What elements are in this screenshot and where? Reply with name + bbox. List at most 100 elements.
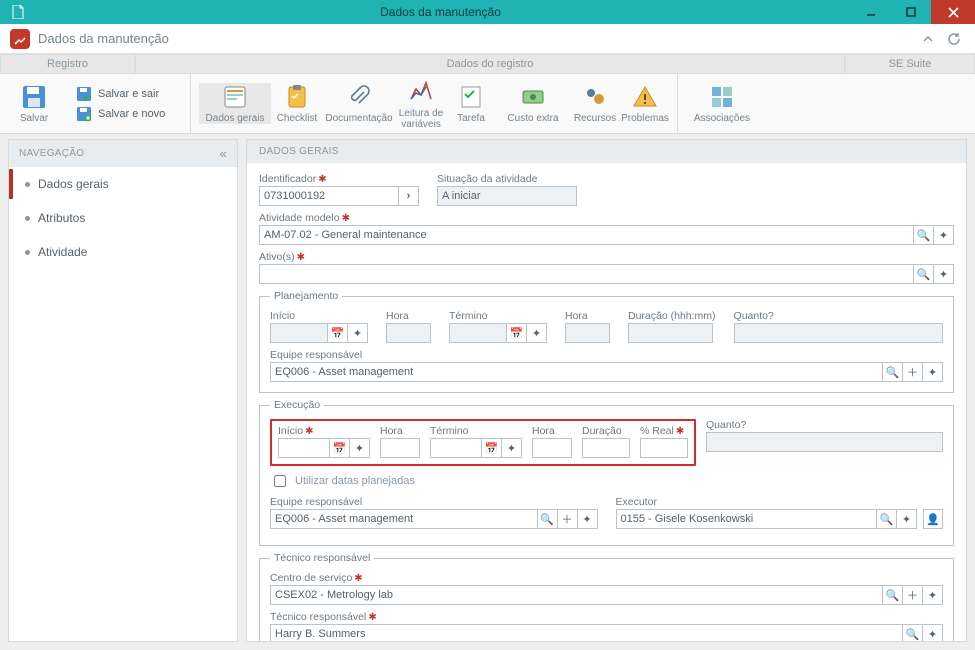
situacao-label: Situação da atividade <box>437 173 577 185</box>
usar-datas-checkbox[interactable]: Utilizar datas planejadas <box>270 472 943 490</box>
execucao-highlight: Início✱ 📅✦ Hora Término 📅✦ Hora Duração … <box>270 419 696 466</box>
executor-input[interactable] <box>616 509 878 529</box>
ribbon-tab-sesuite[interactable]: SE Suite <box>845 54 975 74</box>
document-icon <box>6 0 30 24</box>
maximize-button[interactable] <box>891 0 931 24</box>
form-icon <box>221 83 249 111</box>
atividade-label: Atividade modelo✱ <box>259 212 954 224</box>
clear-icon[interactable]: ✦ <box>502 438 522 458</box>
money-icon <box>519 83 547 111</box>
clear-icon[interactable]: ✦ <box>897 509 917 529</box>
ribbon-leitura[interactable]: Leitura de variáveis <box>397 78 445 130</box>
ribbon-checklist[interactable]: Checklist <box>273 83 321 124</box>
search-icon[interactable]: 🔍 <box>903 624 923 642</box>
ribbon-custo[interactable]: Custo extra <box>497 83 569 124</box>
clear-icon[interactable]: ✦ <box>923 362 943 382</box>
plus-icon[interactable]: ＋ <box>903 362 923 382</box>
grid-icon <box>708 83 736 111</box>
plan-inicio-input[interactable] <box>270 323 328 343</box>
ribbon-tab-dados[interactable]: Dados do registro <box>135 54 845 74</box>
nav-header: NAVEGAÇÃO « <box>9 140 237 167</box>
task-icon <box>457 83 485 111</box>
app-title: Dados da manutenção <box>38 31 913 46</box>
clear-icon[interactable]: ✦ <box>527 323 547 343</box>
floppy-icon <box>20 83 48 111</box>
save-exit-button[interactable]: Salvar e sair <box>76 86 159 102</box>
calendar-icon[interactable]: 📅 <box>328 323 348 343</box>
plan-termino-input[interactable] <box>449 323 507 343</box>
save-button[interactable]: Salvar <box>10 83 58 124</box>
exec-hora2-input[interactable] <box>532 438 572 458</box>
centro-input[interactable] <box>270 585 883 605</box>
calendar-icon[interactable]: 📅 <box>507 323 527 343</box>
exec-equipe-input[interactable] <box>270 509 538 529</box>
clear-icon[interactable]: ✦ <box>350 438 370 458</box>
collapse-ribbon-icon[interactable] <box>917 28 939 50</box>
ribbon-dados-gerais[interactable]: Dados gerais <box>199 83 271 124</box>
ribbon-documentacao[interactable]: Documentação <box>323 83 395 124</box>
atividade-clear-button[interactable]: ✦ <box>934 225 954 245</box>
search-icon[interactable]: 🔍 <box>883 362 903 382</box>
clipboard-icon <box>283 83 311 111</box>
executor-user-button[interactable]: 👤 <box>923 509 943 529</box>
tecnico-group: Técnico responsável Centro de serviço✱ 🔍… <box>259 552 954 642</box>
ribbon-recursos[interactable]: Recursos <box>571 83 619 124</box>
graph-icon <box>407 78 435 106</box>
ativos-input[interactable] <box>259 264 914 284</box>
atividade-input[interactable] <box>259 225 914 245</box>
plus-icon[interactable]: ＋ <box>558 509 578 529</box>
ribbon-tabs: Registro Dados do registro SE Suite <box>0 54 975 74</box>
identificador-next-button[interactable]: › <box>399 186 419 206</box>
execucao-group: Execução Início✱ 📅✦ Hora Término 📅✦ Hora… <box>259 399 954 546</box>
search-icon[interactable]: 🔍 <box>877 509 897 529</box>
plan-duracao-input[interactable] <box>628 323 713 343</box>
nav-item-dados-gerais[interactable]: Dados gerais <box>9 167 237 201</box>
exec-inicio-input[interactable] <box>278 438 330 458</box>
minimize-button[interactable] <box>851 0 891 24</box>
plus-icon[interactable]: ＋ <box>903 585 923 605</box>
ribbon: Salvar Salvar e sair Salvar e novo Dados… <box>0 74 975 134</box>
plan-hora1-input[interactable] <box>386 323 431 343</box>
exec-termino-input[interactable] <box>430 438 482 458</box>
ativos-label: Ativo(s)✱ <box>259 251 954 263</box>
clear-icon[interactable]: ✦ <box>348 323 368 343</box>
ribbon-associacoes[interactable]: Associações <box>686 83 758 124</box>
ativos-clear-button[interactable]: ✦ <box>934 264 954 284</box>
search-icon[interactable]: 🔍 <box>883 585 903 605</box>
clear-icon[interactable]: ✦ <box>923 585 943 605</box>
situacao-input <box>437 186 577 206</box>
tecnico-input[interactable] <box>270 624 903 642</box>
exec-hora1-input[interactable] <box>380 438 420 458</box>
ativos-search-button[interactable]: 🔍 <box>914 264 934 284</box>
save-new-button[interactable]: Salvar e novo <box>76 106 165 122</box>
app-icon <box>10 29 30 49</box>
nav-panel: NAVEGAÇÃO « Dados gerais Atributos Ativi… <box>8 139 238 642</box>
identificador-label: Identificador✱ <box>259 173 419 185</box>
content-panel: DADOS GERAIS Identificador✱ › Situação d… <box>246 139 967 642</box>
exec-duracao-input[interactable] <box>582 438 630 458</box>
plan-equipe-input[interactable] <box>270 362 883 382</box>
nav-item-atributos[interactable]: Atributos <box>9 201 237 235</box>
window-title: Dados da manutenção <box>30 5 851 19</box>
floppy-new-icon <box>76 106 92 122</box>
ribbon-tab-registro[interactable]: Registro <box>0 54 135 74</box>
refresh-icon[interactable] <box>943 28 965 50</box>
nav-item-atividade[interactable]: Atividade <box>9 235 237 269</box>
clear-icon[interactable]: ✦ <box>578 509 598 529</box>
clear-icon[interactable]: ✦ <box>923 624 943 642</box>
identificador-input[interactable] <box>259 186 399 206</box>
ribbon-problemas[interactable]: Problemas <box>621 83 669 124</box>
atividade-search-button[interactable]: 🔍 <box>914 225 934 245</box>
exec-real-input[interactable] <box>640 438 688 458</box>
ribbon-tarefa[interactable]: Tarefa <box>447 83 495 124</box>
calendar-icon[interactable]: 📅 <box>330 438 350 458</box>
collapse-nav-icon[interactable]: « <box>219 146 227 161</box>
search-icon[interactable]: 🔍 <box>538 509 558 529</box>
plan-hora2-input[interactable] <box>565 323 610 343</box>
close-button[interactable] <box>931 0 975 24</box>
exec-quanto-input[interactable] <box>706 432 943 452</box>
plan-quanto-input[interactable] <box>734 323 943 343</box>
calendar-icon[interactable]: 📅 <box>482 438 502 458</box>
resources-icon <box>581 83 609 111</box>
titlebar: Dados da manutenção <box>0 0 975 24</box>
